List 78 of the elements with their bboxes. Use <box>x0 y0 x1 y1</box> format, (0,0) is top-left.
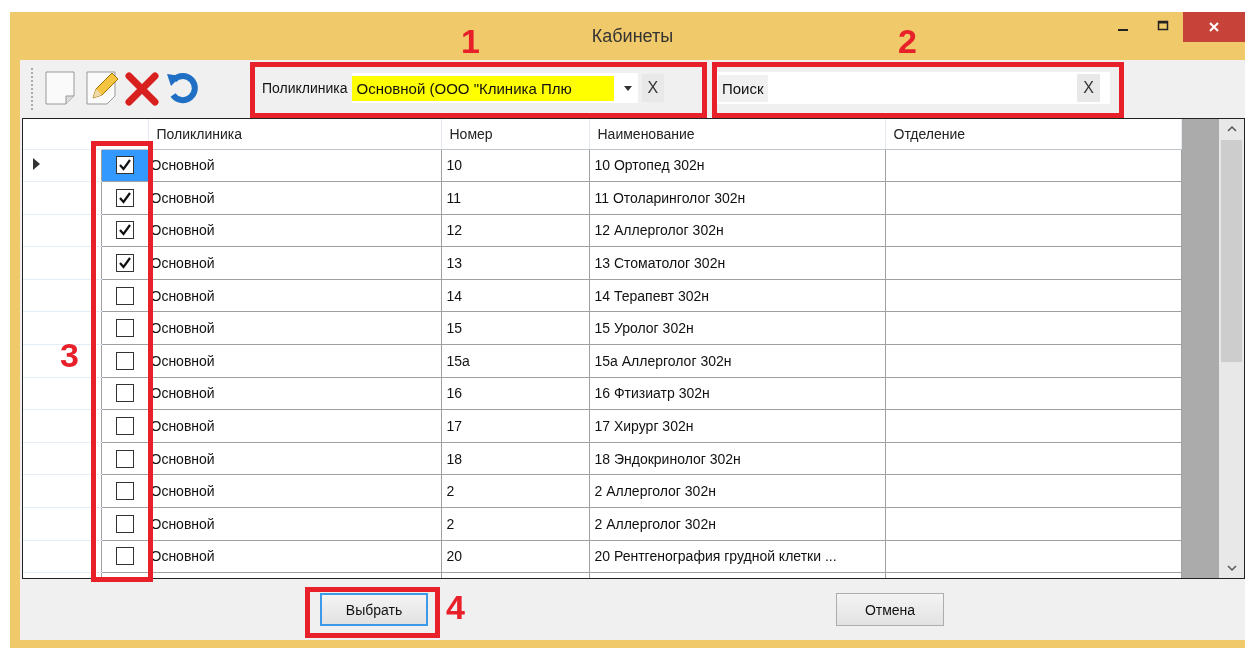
checkbox-cell[interactable] <box>101 214 148 247</box>
callout-number: 1 <box>461 24 480 58</box>
table-cell: 2 Аллерголог 302н <box>589 474 885 508</box>
toolbar-grip-icon <box>30 66 34 110</box>
checkbox-cell[interactable] <box>101 149 148 182</box>
checkbox-cell[interactable] <box>101 279 148 312</box>
table-cell: 13 <box>441 246 589 280</box>
checkbox-cell[interactable] <box>101 181 148 215</box>
vertical-scrollbar[interactable] <box>1219 119 1244 578</box>
table-cell: 15 <box>441 311 589 345</box>
checkbox-cell[interactable] <box>101 507 148 541</box>
clinic-dropdown[interactable]: Основной (ООО "Клиника Плю <box>351 73 638 103</box>
table-cell: 2 Аллерголог 302н <box>589 507 885 541</box>
table-cell: 13 Стоматолог 302н <box>589 246 885 280</box>
callout-number: 3 <box>60 338 79 372</box>
checkbox[interactable] <box>115 351 134 370</box>
scroll-up-icon[interactable] <box>1226 125 1237 132</box>
checkbox-cell[interactable] <box>101 540 148 573</box>
column-header[interactable]: Поликлиника <box>148 119 441 149</box>
table-cell: 16 <box>441 377 589 410</box>
checkbox-cell[interactable] <box>101 409 148 443</box>
checkbox[interactable] <box>115 319 134 338</box>
clear-filter-button[interactable]: X <box>641 74 665 102</box>
maximize-icon <box>1157 20 1169 32</box>
table-cell: 10 Ортопед 302н <box>589 149 885 182</box>
column-header[interactable]: Отделение <box>885 119 1181 149</box>
table-cell: 15а Аллерголог 302н <box>589 344 885 378</box>
checkbox[interactable] <box>115 449 134 468</box>
checkbox[interactable] <box>115 482 134 501</box>
clear-search-button[interactable]: X <box>1077 74 1100 102</box>
search-field[interactable]: Поиск X <box>714 72 1110 104</box>
table-cell: 20 <box>441 540 589 573</box>
checkbox-cell[interactable] <box>101 377 148 410</box>
checkbox[interactable] <box>115 514 134 533</box>
checkbox-cell[interactable] <box>101 311 148 345</box>
checkbox[interactable] <box>115 417 134 436</box>
table-cell: 11 Отоларинголог 302н <box>589 181 885 215</box>
checkbox-cell[interactable] <box>101 246 148 280</box>
window-title: Кабинеты <box>591 26 674 47</box>
checkbox[interactable] <box>115 254 134 273</box>
table-cell: 14 <box>441 279 589 312</box>
callout-number: 4 <box>446 590 465 624</box>
checkbox[interactable] <box>115 221 134 240</box>
table-cell: 15 Уролог 302н <box>589 311 885 345</box>
checkbox-cell[interactable] <box>101 442 148 475</box>
table-cell: 17 Хирург 302н <box>589 409 885 443</box>
table-cell: 12 Аллерголог 302н <box>589 214 885 247</box>
table-cell: 18 <box>441 442 589 475</box>
checkbox[interactable] <box>115 286 134 305</box>
table-cell: 12 <box>441 214 589 247</box>
table-cell: 11 <box>441 181 589 215</box>
table-cell: 16 Фтизиатр 302н <box>589 377 885 410</box>
table-cell: 15а <box>441 344 589 378</box>
select-button[interactable]: Выбрать <box>320 593 428 626</box>
checkbox[interactable] <box>115 547 134 566</box>
table-cell: 2 <box>441 474 589 508</box>
caret-icon <box>623 85 632 91</box>
table-cell: 14 Терапевт 302н <box>589 279 885 312</box>
cancel-button[interactable]: Отмена <box>836 593 944 626</box>
edit-document-icon[interactable] <box>83 68 119 108</box>
checkbox-cell[interactable] <box>101 344 148 378</box>
checkbox-cell[interactable] <box>101 474 148 508</box>
close-icon <box>1208 21 1220 33</box>
checkbox[interactable] <box>115 156 134 175</box>
table-cell: 18 Эндокринолог 302н <box>589 442 885 475</box>
column-header[interactable]: Номер <box>441 119 589 149</box>
callout-number: 2 <box>898 24 917 58</box>
clinic-filter-label: Поликлиника <box>262 80 348 96</box>
table-cell: 20 Рентгенография грудной клетки ... <box>589 540 885 573</box>
minimize-icon <box>1118 29 1128 31</box>
table-cell: 10 <box>441 149 589 182</box>
checkbox[interactable] <box>115 384 134 403</box>
table-cell: 2 <box>441 507 589 541</box>
table-cell: 17 <box>441 409 589 443</box>
close-button[interactable] <box>1183 12 1245 42</box>
checkbox[interactable] <box>115 188 134 207</box>
scroll-down-icon[interactable] <box>1226 565 1237 572</box>
column-header[interactable]: Наименование <box>589 119 885 149</box>
